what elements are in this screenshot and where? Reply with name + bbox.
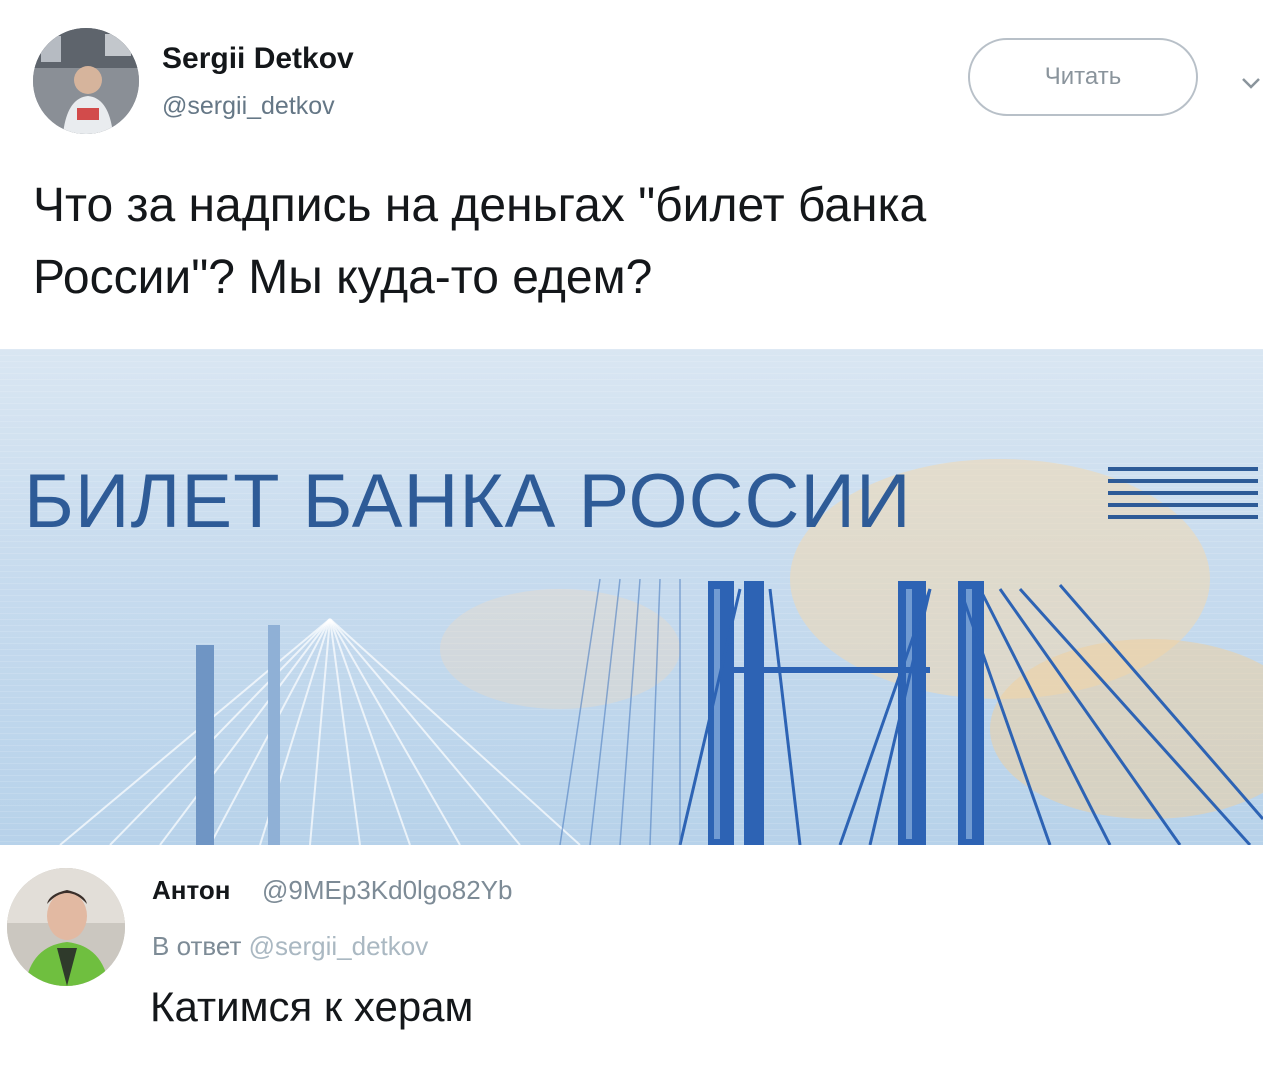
tweet-media-image[interactable]: БИЛЕТ БАНКА РОССИИ: [0, 349, 1263, 845]
chevron-down-icon[interactable]: [1240, 72, 1262, 94]
reply-text: Катимся к херам: [150, 983, 474, 1030]
author-name[interactable]: Sergii Detkov: [162, 42, 354, 76]
reply-tweet: Антон @9MEp3Kd0lgo82Yb В ответ @sergii_d…: [0, 845, 1263, 1080]
reply-avatar[interactable]: [7, 868, 125, 986]
reply-prefix: В ответ: [152, 931, 242, 961]
reply-author-handle[interactable]: @9MEp3Kd0lgo82Yb: [262, 875, 512, 906]
tweet-text: Что за надпись на деньгах "билет банка Р…: [33, 179, 927, 304]
tweet-header: Sergii Detkov @sergii_detkov Читать: [0, 0, 1263, 160]
author-handle[interactable]: @sergii_detkov: [162, 92, 335, 121]
reply-to-handle[interactable]: @sergii_detkov: [249, 931, 429, 961]
banknote-image: БИЛЕТ БАНКА РОССИИ: [0, 349, 1263, 845]
reply-context: В ответ @sergii_detkov: [152, 931, 428, 962]
avatar[interactable]: [33, 28, 139, 134]
reply-author-name[interactable]: Антон: [152, 875, 230, 906]
follow-button[interactable]: Читать: [968, 38, 1198, 116]
banknote-caption: БИЛЕТ БАНКА РОССИИ: [24, 459, 912, 544]
